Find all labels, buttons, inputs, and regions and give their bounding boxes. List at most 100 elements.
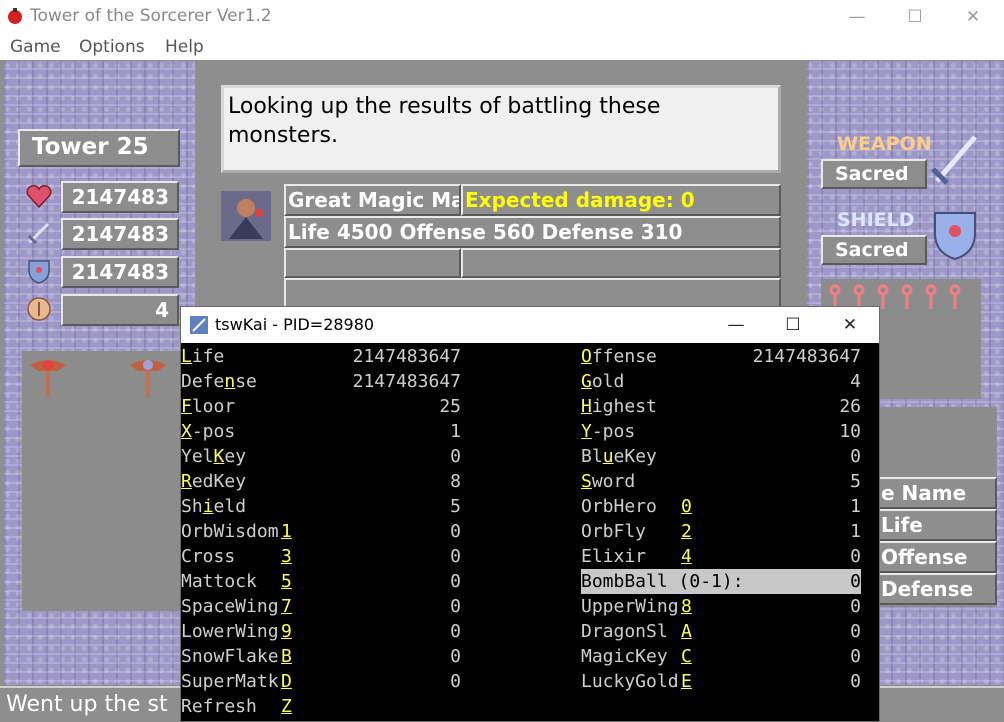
table-header-name: e Name xyxy=(877,477,997,509)
tswkai-label-text: LowerWing xyxy=(181,621,279,642)
tswkai-row-left[interactable]: Shield 5 xyxy=(181,494,461,519)
weapon-slot: WEAPON Sacred xyxy=(821,131,932,189)
tswkai-row-left[interactable]: Defense 2147483647 xyxy=(181,369,461,394)
tswkai-row-left[interactable]: SpaceWing 7 0 xyxy=(181,594,461,619)
tswkai-value: 0 xyxy=(450,571,461,592)
tswkai-value: 0 xyxy=(450,446,461,467)
tswkai-row-right[interactable]: UpperWing 8 0 xyxy=(581,594,861,619)
tswkai-row-right[interactable]: DragonSl A 0 xyxy=(581,619,861,644)
tswkai-label-text: Bl xyxy=(581,446,603,467)
tswkai-value: 0 xyxy=(450,621,461,642)
tswkai-label-text: SpaceWing xyxy=(181,596,279,617)
tswkai-row-right[interactable]: Elixir 4 0 xyxy=(581,544,861,569)
tswkai-label: Floor xyxy=(181,394,235,419)
orb-wisdom-icon xyxy=(130,360,166,397)
gold-value: 4 xyxy=(61,294,179,326)
tswkai-row-right[interactable]: Offense 2147483647 xyxy=(581,344,861,369)
tswkai-value: 0 xyxy=(450,646,461,667)
tswkai-value: 0 xyxy=(450,671,461,692)
tswkai-hotkey: K xyxy=(213,446,225,467)
offense-value: 2147483 xyxy=(61,218,179,250)
shield-value: Sacred xyxy=(821,235,927,265)
tswkai-hotkey-badge: 7 xyxy=(281,596,292,617)
tswkai-label: Y-pos xyxy=(581,419,635,444)
tswkai-row-left[interactable]: RedKey 8 xyxy=(181,469,461,494)
tswkai-label-text: BombBall (0-1): xyxy=(581,571,744,592)
tswkai-label: UpperWing xyxy=(581,594,679,619)
tswkai-label: SnowFlake xyxy=(181,644,279,669)
tswkai-hotkey: L xyxy=(181,346,192,367)
tswkai-row-right[interactable]: Highest 26 xyxy=(581,394,861,419)
tswkai-label: Shield xyxy=(181,494,246,519)
menu-game[interactable]: Game xyxy=(10,37,61,57)
tswkai-label-text: ife xyxy=(191,346,225,367)
tswkai-label: SuperMatk xyxy=(181,669,279,694)
menu-options[interactable]: Options xyxy=(79,37,145,57)
tswkai-minimize-button[interactable]: — xyxy=(707,307,765,343)
maximize-button[interactable]: ☐ xyxy=(886,0,944,34)
tswkai-value: 0 xyxy=(450,596,461,617)
shield-label: SHIELD xyxy=(837,209,915,231)
tswkai-title: tswKai - PID=28980 xyxy=(215,315,375,334)
tswkai-close-button[interactable]: ✕ xyxy=(821,307,879,343)
tswkai-hotkey-badge: Z xyxy=(281,696,292,717)
tswkai-row-right[interactable]: BombBall (0-1): 0 xyxy=(581,569,861,594)
tswkai-row-left[interactable]: X-pos 1 xyxy=(181,419,461,444)
tswkai-label-text: ffense xyxy=(591,346,657,367)
tswkai-label-text: Mattock xyxy=(181,571,257,592)
tswkai-label: Mattock xyxy=(181,569,257,594)
tswkai-row-left[interactable]: Floor 25 xyxy=(181,394,461,419)
tswkai-hotkey: i xyxy=(202,496,214,517)
tswkai-row-right[interactable]: OrbFly 2 1 xyxy=(581,519,861,544)
tswkai-hotkey-badge: D xyxy=(281,671,292,692)
main-titlebar: Tower of the Sorcerer Ver1.2 — ☐ ✕ xyxy=(0,0,1004,34)
tswkai-label-text: ey xyxy=(224,446,247,467)
tswkai-row-right[interactable]: Sword 5 xyxy=(581,469,861,494)
weapon-label: WEAPON xyxy=(837,133,932,155)
close-button[interactable]: ✕ xyxy=(944,0,1002,34)
tswkai-row-left[interactable]: SuperMatk D 0 xyxy=(181,669,461,694)
tswkai-value: 1 xyxy=(450,421,461,442)
tswkai-label: OrbHero xyxy=(581,494,657,519)
tswkai-hotkey: Y xyxy=(581,421,592,442)
monster-portrait-icon xyxy=(221,191,271,241)
menu-help[interactable]: Help xyxy=(165,37,204,57)
tswkai-row-left[interactable]: Life 2147483647 xyxy=(181,344,461,369)
tswkai-row-left[interactable]: YelKey 0 xyxy=(181,444,461,469)
tswkai-value: 5 xyxy=(850,471,861,492)
tswkai-label-text: Yel xyxy=(181,446,214,467)
tswkai-row-left[interactable]: LowerWing 9 0 xyxy=(181,619,461,644)
defense-value: 2147483 xyxy=(61,256,179,288)
life-value: 2147483 xyxy=(61,181,179,213)
tswkai-hotkey-badge: 3 xyxy=(281,546,292,567)
tswkai-label: Life xyxy=(181,344,224,369)
shield-icon xyxy=(28,260,50,284)
tswkai-hotkey-badge: E xyxy=(681,671,692,692)
tswkai-row-left[interactable]: SnowFlake B 0 xyxy=(181,644,461,669)
tswkai-row-right[interactable]: BlueKey 0 xyxy=(581,444,861,469)
tswkai-row-right[interactable]: MagicKey C 0 xyxy=(581,644,861,669)
tswkai-hotkey-badge: C xyxy=(681,646,692,667)
tswkai-label-text: SuperMatk xyxy=(181,671,279,692)
tswkai-row-left[interactable]: OrbWisdom 1 0 xyxy=(181,519,461,544)
tswkai-value: 2147483647 xyxy=(752,346,861,367)
tswkai-row-right[interactable]: LuckyGold E 0 xyxy=(581,669,861,694)
monster-name: Great Magic Ma xyxy=(284,184,461,216)
tswkai-row-left[interactable]: Cross 3 0 xyxy=(181,544,461,569)
minimize-button[interactable]: — xyxy=(828,0,886,34)
tswkai-row-right[interactable]: OrbHero 0 1 xyxy=(581,494,861,519)
tswkai-label: RedKey xyxy=(181,469,246,494)
monster-extra-right xyxy=(461,248,781,278)
table-header-offense: Offense xyxy=(877,541,997,573)
tswkai-label-text: OrbWisdom xyxy=(181,521,279,542)
tswkai-row-right[interactable]: Y-pos 10 xyxy=(581,419,861,444)
weapon-value: Sacred xyxy=(821,159,927,189)
tswkai-row-left[interactable]: Refresh Z xyxy=(181,694,461,719)
tswkai-label: SpaceWing xyxy=(181,594,279,619)
tswkai-label: Highest xyxy=(581,394,657,419)
gold-coin-icon xyxy=(27,297,51,321)
tswkai-label: YelKey xyxy=(181,444,246,469)
tswkai-row-right[interactable]: Gold 4 xyxy=(581,369,861,394)
tswkai-maximize-button[interactable]: ☐ xyxy=(764,307,822,343)
tswkai-row-left[interactable]: Mattock 5 0 xyxy=(181,569,461,594)
